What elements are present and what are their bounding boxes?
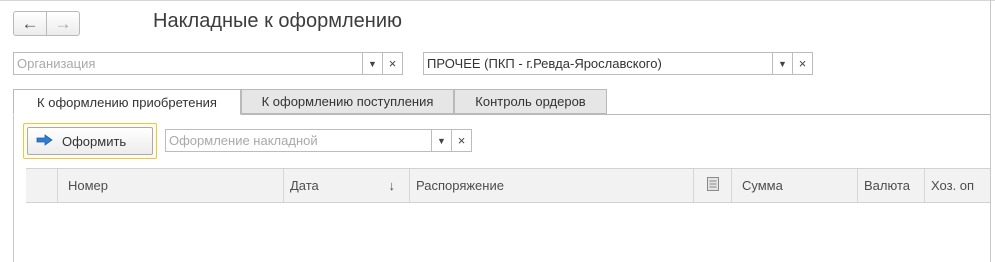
tab-receipt[interactable]: К оформлению поступления [241,89,454,114]
page-title: Накладные к оформлению [153,10,402,32]
warehouse-dropdown-button[interactable]: ▼ [773,52,793,75]
organization-placeholder: Организация [17,56,96,71]
column-label: Номер [68,178,109,193]
chevron-down-icon: ▼ [437,135,446,146]
close-icon: × [457,133,466,148]
arrow-left-icon: ← [21,14,39,33]
column-date[interactable]: Дата ↓ [284,169,410,202]
process-button[interactable]: Оформить [23,123,157,159]
tab-purchase[interactable]: К оформлению приобретения [13,89,241,115]
column-label: Дата [290,178,319,193]
column-amount[interactable]: Сумма [732,169,858,202]
column-label: Валюта [864,178,910,193]
chevron-down-icon: ▼ [368,58,377,69]
operation-clear-button[interactable]: × [452,129,472,152]
column-label: Распоряжение [416,178,504,193]
tab-label: К оформлению приобретения [37,94,217,110]
column-number[interactable]: Номер [58,169,284,202]
table-body[interactable] [26,203,990,262]
document-icon [706,177,719,194]
organization-field[interactable]: Организация [13,52,363,75]
column-label: Сумма [742,178,783,193]
window-right-border [990,0,991,262]
warehouse-value: ПРОЧЕЕ (ПКП - г.Ревда-Ярославского) [427,56,662,71]
table-header: Номер Дата ↓ Распоряжение Сумма Валюта Х… [26,168,990,203]
operation-placeholder: Оформление накладной [169,133,318,148]
process-button-face[interactable]: Оформить [27,127,153,155]
column-label: Хоз. оп [931,178,975,193]
tab-order-control[interactable]: Контроль ордеров [454,89,607,114]
right-arrow-icon [36,133,54,149]
organization-clear-button[interactable]: × [383,52,403,75]
operation-field[interactable]: Оформление накладной [165,129,432,152]
close-icon: × [798,56,807,71]
tab-strip-border [241,114,990,115]
operation-dropdown-button[interactable]: ▼ [432,129,452,152]
organization-dropdown-button[interactable]: ▼ [363,52,383,75]
column-document[interactable] [694,169,732,202]
sort-descending-icon: ↓ [388,178,396,193]
column-order[interactable]: Распоряжение [410,169,694,202]
panel-left-border [13,114,14,262]
column-marker[interactable] [26,169,58,202]
column-currency[interactable]: Валюта [858,169,925,202]
column-operation[interactable]: Хоз. оп [925,169,990,202]
arrow-right-icon: → [54,14,72,33]
forward-button[interactable]: → [46,11,80,36]
chevron-down-icon: ▼ [778,58,787,69]
close-icon: × [388,56,397,71]
warehouse-clear-button[interactable]: × [793,52,813,75]
process-button-label: Оформить [62,133,127,149]
tab-label: Контроль ордеров [475,94,586,109]
warehouse-field[interactable]: ПРОЧЕЕ (ПКП - г.Ревда-Ярославского) [423,52,773,75]
tab-label: К оформлению поступления [261,94,434,109]
window-top-border [0,0,995,1]
back-button[interactable]: ← [13,11,47,36]
